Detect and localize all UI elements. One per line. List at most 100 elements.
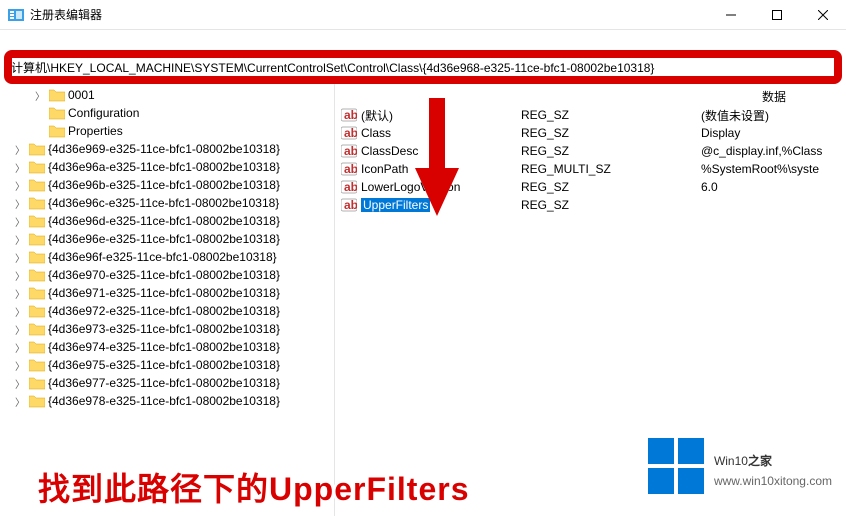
tree-item[interactable]: 〉 {4d36e972-e325-11ce-bfc1-08002be10318} xyxy=(0,302,334,320)
value-name: IconPath xyxy=(361,162,408,176)
tree-item-label: {4d36e96f-e325-11ce-bfc1-08002be10318} xyxy=(48,250,277,264)
value-name: (默认) xyxy=(361,107,393,124)
tree-item[interactable]: 〉 {4d36e974-e325-11ce-bfc1-08002be10318} xyxy=(0,338,334,356)
value-name: UpperFilters xyxy=(361,198,430,212)
chevron-right-icon[interactable]: 〉 xyxy=(14,196,26,211)
col-data-header-visible[interactable]: 数据 xyxy=(762,88,786,105)
tree-item[interactable]: 〉 {4d36e971-e325-11ce-bfc1-08002be10318} xyxy=(0,284,334,302)
chevron-right-icon[interactable]: 〉 xyxy=(14,304,26,319)
value-row[interactable]: ab Class REG_SZDisplay xyxy=(335,124,846,142)
tree-item[interactable]: 〉 {4d36e96f-e325-11ce-bfc1-08002be10318} xyxy=(0,248,334,266)
tree-item[interactable]: Configuration xyxy=(0,104,334,122)
close-button[interactable] xyxy=(800,0,846,30)
value-row[interactable]: ab LowerLogoVersion REG_SZ6.0 xyxy=(335,178,846,196)
app-icon xyxy=(8,7,24,23)
tree-item-label: {4d36e96b-e325-11ce-bfc1-08002be10318} xyxy=(48,178,280,192)
chevron-right-icon[interactable]: 〉 xyxy=(14,142,26,157)
watermark-url: www.win10xitong.com xyxy=(714,474,832,488)
tree-pane[interactable]: 〉 0001 Configuration Properties 〉 {4d36e969-e… xyxy=(0,84,335,516)
tree-item-label: Configuration xyxy=(68,106,139,120)
chevron-right-icon[interactable]: 〉 xyxy=(14,286,26,301)
value-type: REG_SZ xyxy=(515,144,695,158)
tree-item-label: {4d36e96a-e325-11ce-bfc1-08002be10318} xyxy=(48,160,280,174)
tree-item[interactable]: Properties xyxy=(0,122,334,140)
tree-item[interactable]: 〉 {4d36e96e-e325-11ce-bfc1-08002be10318} xyxy=(0,230,334,248)
chevron-right-icon[interactable]: 〉 xyxy=(14,394,26,409)
tree-item[interactable]: 〉 0001 xyxy=(0,86,334,104)
windows-logo-icon xyxy=(648,438,704,494)
value-type: REG_SZ xyxy=(515,108,695,122)
tree-item-label: {4d36e970-e325-11ce-bfc1-08002be10318} xyxy=(48,268,280,282)
chevron-right-icon[interactable]: 〉 xyxy=(14,160,26,175)
minimize-button[interactable] xyxy=(708,0,754,30)
value-data: @c_display.inf,%Class xyxy=(695,144,846,158)
chevron-right-icon[interactable]: 〉 xyxy=(34,88,46,103)
chevron-right-icon[interactable]: 〉 xyxy=(14,250,26,265)
svg-text:ab: ab xyxy=(344,180,357,194)
svg-text:ab: ab xyxy=(344,198,357,212)
value-type: REG_SZ xyxy=(515,126,695,140)
value-data: Display xyxy=(695,126,846,140)
menubar[interactable] xyxy=(0,30,846,50)
window-title: 注册表编辑器 xyxy=(30,6,708,23)
chevron-right-icon[interactable]: 〉 xyxy=(14,214,26,229)
tree-item[interactable]: 〉 {4d36e973-e325-11ce-bfc1-08002be10318} xyxy=(0,320,334,338)
svg-text:ab: ab xyxy=(344,108,357,122)
tree-item[interactable]: 〉 {4d36e975-e325-11ce-bfc1-08002be10318} xyxy=(0,356,334,374)
tree-item-label: {4d36e977-e325-11ce-bfc1-08002be10318} xyxy=(48,376,280,390)
address-input[interactable] xyxy=(6,56,840,78)
value-row[interactable]: ab UpperFilters REG_SZ xyxy=(335,196,846,214)
value-name: Class xyxy=(361,126,391,140)
tree-item-label: {4d36e972-e325-11ce-bfc1-08002be10318} xyxy=(48,304,280,318)
watermark-suffix: 之家 xyxy=(748,454,772,468)
chevron-right-icon[interactable]: 〉 xyxy=(14,232,26,247)
tree-item-label: Properties xyxy=(68,124,123,138)
chevron-right-icon[interactable]: 〉 xyxy=(14,268,26,283)
svg-text:ab: ab xyxy=(344,162,357,176)
tree-item[interactable]: 〉 {4d36e970-e325-11ce-bfc1-08002be10318} xyxy=(0,266,334,284)
value-data: 6.0 xyxy=(695,180,846,194)
tree-item-label: {4d36e969-e325-11ce-bfc1-08002be10318} xyxy=(48,142,280,156)
chevron-right-icon[interactable]: 〉 xyxy=(14,376,26,391)
tree-item-label: {4d36e96e-e325-11ce-bfc1-08002be10318} xyxy=(48,232,280,246)
tree-item[interactable]: 〉 {4d36e96d-e325-11ce-bfc1-08002be10318} xyxy=(0,212,334,230)
svg-text:ab: ab xyxy=(344,144,357,158)
value-data: %SystemRoot%\syste xyxy=(695,162,846,176)
value-name: ClassDesc xyxy=(361,144,418,158)
value-type: REG_SZ xyxy=(515,180,695,194)
tree-item-label: 0001 xyxy=(68,88,95,102)
value-type: REG_MULTI_SZ xyxy=(515,162,695,176)
maximize-button[interactable] xyxy=(754,0,800,30)
tree-item-label: {4d36e975-e325-11ce-bfc1-08002be10318} xyxy=(48,358,280,372)
svg-text:ab: ab xyxy=(344,126,357,140)
tree-item-label: {4d36e973-e325-11ce-bfc1-08002be10318} xyxy=(48,322,280,336)
value-type: REG_SZ xyxy=(515,198,695,212)
tree-item[interactable]: 〉 {4d36e978-e325-11ce-bfc1-08002be10318} xyxy=(0,392,334,410)
tree-item[interactable]: 〉 {4d36e96b-e325-11ce-bfc1-08002be10318} xyxy=(0,176,334,194)
tree-item-label: {4d36e96d-e325-11ce-bfc1-08002be10318} xyxy=(48,214,280,228)
value-row[interactable]: ab (默认) REG_SZ(数值未设置) xyxy=(335,106,846,124)
value-name: LowerLogoVersion xyxy=(361,180,460,194)
watermark: Win10之家 www.win10xitong.com xyxy=(648,438,832,494)
chevron-right-icon[interactable]: 〉 xyxy=(14,178,26,193)
tree-item-label: {4d36e978-e325-11ce-bfc1-08002be10318} xyxy=(48,394,280,408)
address-bar-area xyxy=(0,50,846,84)
tree-item[interactable]: 〉 {4d36e977-e325-11ce-bfc1-08002be10318} xyxy=(0,374,334,392)
tree-item-label: {4d36e971-e325-11ce-bfc1-08002be10318} xyxy=(48,286,280,300)
tree-item[interactable]: 〉 {4d36e96a-e325-11ce-bfc1-08002be10318} xyxy=(0,158,334,176)
tree-item-label: {4d36e96c-e325-11ce-bfc1-08002be10318} xyxy=(48,196,279,210)
value-row[interactable]: ab IconPath REG_MULTI_SZ%SystemRoot%\syste xyxy=(335,160,846,178)
titlebar: 注册表编辑器 xyxy=(0,0,846,30)
tree-item[interactable]: 〉 {4d36e96c-e325-11ce-bfc1-08002be10318} xyxy=(0,194,334,212)
caption-annotation: 找到此路径下的UpperFilters xyxy=(38,464,470,510)
values-list: ab(默认)REG_SZ(数值未设置)abClassREG_SZDisplaya… xyxy=(335,106,846,214)
tree-item-label: {4d36e974-e325-11ce-bfc1-08002be10318} xyxy=(48,340,280,354)
chevron-right-icon[interactable]: 〉 xyxy=(14,322,26,337)
chevron-right-icon[interactable]: 〉 xyxy=(14,358,26,373)
chevron-right-icon[interactable]: 〉 xyxy=(14,340,26,355)
watermark-brand: Win10 xyxy=(714,454,748,468)
watermark-text: Win10之家 www.win10xitong.com xyxy=(714,444,832,488)
value-data: (数值未设置) xyxy=(695,107,846,124)
value-row[interactable]: ab ClassDesc REG_SZ@c_display.inf,%Class xyxy=(335,142,846,160)
tree-item[interactable]: 〉 {4d36e969-e325-11ce-bfc1-08002be10318} xyxy=(0,140,334,158)
